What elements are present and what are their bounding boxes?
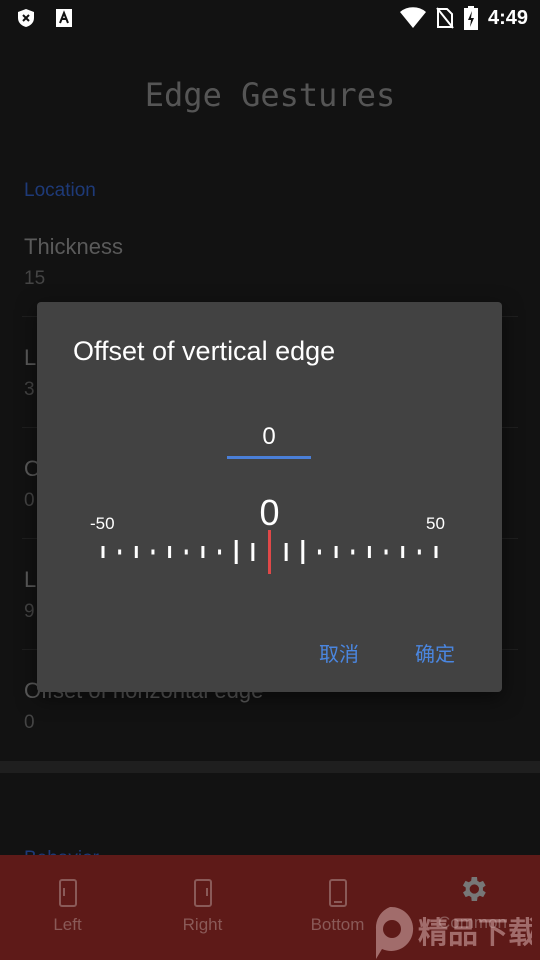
setting-thickness[interactable]: Thickness 15: [24, 234, 518, 290]
ok-button[interactable]: 确定: [415, 638, 455, 667]
phone-right-icon: [193, 879, 212, 907]
no-sim-icon: [436, 7, 454, 29]
offset-input[interactable]: [227, 417, 311, 459]
svg-text:精品下载: 精品下载: [418, 916, 532, 951]
tab-label: Right: [182, 915, 223, 934]
tab-right[interactable]: Right: [135, 855, 270, 960]
wifi-icon: [399, 7, 426, 29]
font-a-icon: [56, 9, 72, 27]
app-title: Edge Gestures: [144, 76, 396, 114]
section-header-location: Location: [24, 180, 96, 201]
status-bar: 4:49: [0, 0, 540, 36]
tab-left[interactable]: Left: [0, 855, 135, 960]
phone-left-icon: [58, 879, 77, 907]
setting-value: 15: [24, 268, 46, 289]
battery-charging-icon: [463, 6, 478, 30]
phone-bottom-icon: [328, 879, 347, 907]
gear-icon: [462, 877, 486, 901]
setting-title: Thickness: [24, 234, 124, 259]
dialog-title: Offset of vertical edge: [73, 336, 336, 366]
section-separator: [0, 761, 540, 773]
cancel-button[interactable]: 取消: [319, 638, 359, 667]
clock: 4:49: [487, 6, 528, 29]
tab-label: Bottom: [310, 915, 365, 934]
offset-dialog: Offset of vertical edge -50 0 50 取消 确定: [37, 302, 502, 692]
tab-label: Left: [53, 915, 82, 934]
watermark-logo: 精品下载: [375, 906, 532, 959]
setting-value: 0: [24, 712, 35, 733]
shield-x-icon: [18, 9, 34, 27]
offset-ruler-slider[interactable]: [37, 522, 502, 582]
